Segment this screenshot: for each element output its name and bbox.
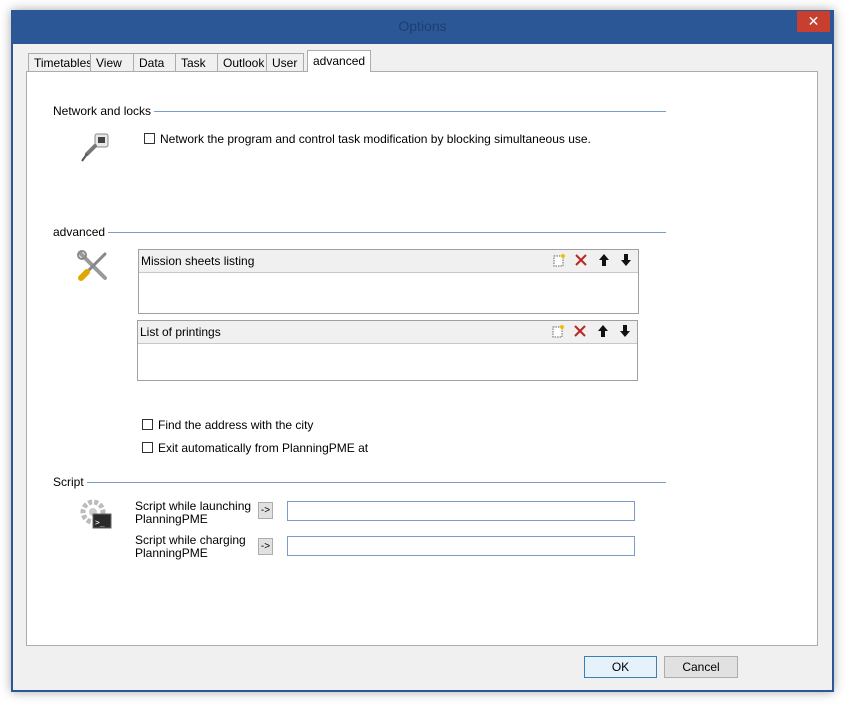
arrow-down-icon[interactable] xyxy=(617,324,633,340)
exit-auto-checkbox[interactable] xyxy=(142,442,153,453)
script-launching-label: Script while launching PlanningPME xyxy=(135,500,251,526)
script-gear-icon: >_ xyxy=(79,498,115,537)
group-title-advanced: advanced xyxy=(53,225,109,239)
close-button[interactable]: ✕ xyxy=(797,11,830,32)
new-icon[interactable] xyxy=(550,324,566,340)
mission-sheets-title: Mission sheets listing xyxy=(141,254,255,268)
tab-advanced[interactable]: advanced xyxy=(307,50,371,72)
cancel-button[interactable]: Cancel xyxy=(664,656,738,678)
window-title: Options xyxy=(398,18,447,34)
network-lock-label: Network the program and control task mod… xyxy=(160,132,591,146)
delete-icon[interactable] xyxy=(572,324,588,340)
tab-task[interactable]: Task xyxy=(175,53,218,71)
group-title-network: Network and locks xyxy=(53,104,155,118)
ok-button[interactable]: OK xyxy=(584,656,657,678)
group-divider xyxy=(103,232,666,233)
printings-list[interactable]: List of printings xyxy=(137,320,638,381)
printings-header: List of printings xyxy=(138,321,637,344)
mission-sheets-header: Mission sheets listing xyxy=(139,250,638,273)
tab-panel-advanced: Network and locks Network the program an… xyxy=(26,71,818,646)
tab-timetables[interactable]: Timetables xyxy=(28,53,92,71)
find-address-checkbox[interactable] xyxy=(142,419,153,430)
script-launching-browse-button[interactable]: -> xyxy=(258,502,273,519)
title-bar[interactable]: Options ✕ xyxy=(11,10,834,44)
options-window: Options ✕ Timetables View Data Task Outl… xyxy=(11,10,834,692)
arrow-up-icon[interactable] xyxy=(596,253,612,269)
tools-icon xyxy=(77,250,111,285)
script-charging-browse-button[interactable]: -> xyxy=(258,538,273,555)
arrow-up-icon[interactable] xyxy=(595,324,611,340)
group-divider xyxy=(83,482,666,483)
arrow-down-icon[interactable] xyxy=(618,253,634,269)
find-address-label: Find the address with the city xyxy=(158,418,314,432)
network-lock-checkbox[interactable] xyxy=(144,133,155,144)
new-icon[interactable] xyxy=(551,253,567,269)
tab-view[interactable]: View xyxy=(90,53,134,71)
exit-auto-label: Exit automatically from PlanningPME at xyxy=(158,441,369,455)
script-launching-input[interactable] xyxy=(287,501,635,521)
group-title-script: Script xyxy=(53,475,87,489)
script-charging-input[interactable] xyxy=(287,536,635,556)
script-charging-label: Script while charging PlanningPME xyxy=(135,534,246,560)
dialog-client: Timetables View Data Task Outlook User a… xyxy=(13,44,832,690)
group-divider xyxy=(142,111,666,112)
script-charging-label-line2: PlanningPME xyxy=(135,546,208,560)
tab-user[interactable]: User xyxy=(266,53,304,71)
script-launching-label-line2: PlanningPME xyxy=(135,512,208,526)
network-plug-icon xyxy=(79,132,111,167)
tab-data[interactable]: Data xyxy=(133,53,176,71)
svg-text:>_: >_ xyxy=(95,518,105,527)
mission-sheets-list[interactable]: Mission sheets listing xyxy=(138,249,639,314)
printings-title: List of printings xyxy=(140,325,221,339)
delete-icon[interactable] xyxy=(573,253,589,269)
tab-outlook[interactable]: Outlook xyxy=(217,53,267,71)
